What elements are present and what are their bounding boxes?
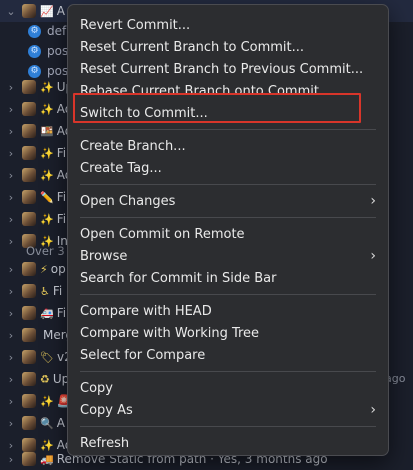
avatar [22, 262, 36, 276]
chevron-right-icon[interactable]: › [6, 81, 16, 94]
commit-message: Fi [56, 306, 67, 320]
menu-item-create-branch[interactable]: Create Branch... [68, 135, 388, 157]
avatar [22, 416, 36, 430]
commit-emoji: ✨ [40, 168, 54, 182]
commit-emoji: ✨ [40, 146, 54, 160]
menu-item-create-tag[interactable]: Create Tag... [68, 157, 388, 179]
avatar [22, 168, 36, 182]
chevron-right-icon[interactable]: › [6, 169, 16, 182]
avatar [22, 350, 36, 364]
menu-separator [80, 371, 376, 372]
menu-item-copy-as[interactable]: Copy As › [68, 399, 388, 421]
avatar [22, 190, 36, 204]
menu-item-select-for-compare[interactable]: Select for Compare [68, 344, 388, 366]
menu-item-revert-commit[interactable]: Revert Commit... [68, 14, 388, 36]
avatar [22, 102, 36, 116]
menu-separator [80, 217, 376, 218]
commit-emoji: 🚑 [40, 306, 54, 320]
chevron-right-icon[interactable]: › [6, 191, 16, 204]
chevron-right-icon[interactable]: › [6, 103, 16, 116]
commit-emoji: ✨ [40, 80, 54, 94]
menu-item-refresh[interactable]: Refresh [68, 432, 388, 454]
chevron-right-icon: › [370, 248, 376, 264]
chevron-right-icon: › [370, 402, 376, 418]
menu-item-reset-branch[interactable]: Reset Current Branch to Commit... [68, 36, 388, 58]
file-icon: ⚙ [28, 44, 41, 58]
commit-emoji: ✨ [40, 212, 54, 226]
chevron-right-icon[interactable]: › [6, 373, 16, 386]
chevron-right-icon[interactable]: › [6, 351, 16, 364]
menu-separator [80, 184, 376, 185]
menu-item-open-commit-on-remote[interactable]: Open Commit on Remote [68, 223, 388, 245]
chevron-right-icon[interactable]: › [6, 125, 16, 138]
menu-separator [80, 294, 376, 295]
highlight-box [73, 93, 361, 123]
chevron-right-icon[interactable]: › [6, 147, 16, 160]
avatar [22, 328, 36, 342]
commit-message: Fi [56, 146, 67, 160]
menu-item-search-side-bar[interactable]: Search for Commit in Side Bar [68, 267, 388, 289]
menu-item-copy[interactable]: Copy [68, 377, 388, 399]
commit-file-item[interactable]: ⚙ pos [28, 40, 68, 62]
chevron-right-icon[interactable]: › [6, 285, 16, 298]
commit-emoji: ✨ [40, 102, 54, 116]
avatar [22, 146, 36, 160]
chevron-right-icon[interactable]: › [6, 395, 16, 408]
chevron-right-icon[interactable]: › [6, 307, 16, 320]
avatar [22, 306, 36, 320]
commit-emoji: 📈 [40, 4, 54, 18]
commit-message: A [56, 4, 65, 18]
menu-item-compare-working-tree[interactable]: Compare with Working Tree [68, 322, 388, 344]
commit-emoji: 🔍 [40, 416, 54, 430]
commit-emoji: ⚡ [40, 262, 48, 276]
chevron-right-icon[interactable]: › [6, 417, 16, 430]
commit-emoji: ✏️ [40, 190, 54, 204]
commit-emoji: 🏷 [40, 350, 54, 364]
menu-item-reset-previous[interactable]: Reset Current Branch to Previous Commit.… [68, 58, 388, 80]
chevron-right-icon[interactable]: › [6, 453, 16, 466]
commit-message: op [50, 262, 66, 276]
chevron-right-icon[interactable]: › [6, 213, 16, 226]
commit-message: Fi [52, 284, 63, 298]
avatar [22, 372, 36, 386]
commit-emoji: ♻ [40, 372, 50, 386]
file-icon: ⚙ [28, 24, 41, 38]
avatar [22, 394, 36, 408]
commit-message: Fi [56, 212, 67, 226]
commit-message: A [56, 416, 65, 430]
avatar [22, 4, 36, 18]
commit-emoji: 🍱 [40, 124, 54, 138]
commit-context-menu: Revert Commit... Reset Current Branch to… [67, 4, 389, 456]
menu-separator [80, 426, 376, 427]
avatar [22, 124, 36, 138]
avatar [22, 452, 36, 466]
menu-item-compare-head[interactable]: Compare with HEAD [68, 300, 388, 322]
commit-emoji: 🚚 [40, 452, 54, 466]
chevron-down-icon[interactable]: ⌄ [6, 5, 16, 18]
chevron-right-icon[interactable]: › [6, 329, 16, 342]
menu-item-open-changes[interactable]: Open Changes › [68, 190, 388, 212]
chevron-right-icon: › [370, 193, 376, 209]
chevron-right-icon[interactable]: › [6, 263, 16, 276]
chevron-right-icon[interactable]: › [6, 235, 16, 248]
avatar [22, 80, 36, 94]
commit-message: Fi [56, 190, 67, 204]
commit-emoji: ♿ [40, 284, 50, 298]
avatar [22, 284, 36, 298]
commit-file-item[interactable]: ⚙ def [28, 20, 66, 42]
menu-separator [80, 129, 376, 130]
commit-emoji: ✨ [40, 394, 54, 408]
avatar [22, 212, 36, 226]
menu-item-browse[interactable]: Browse › [68, 245, 388, 267]
